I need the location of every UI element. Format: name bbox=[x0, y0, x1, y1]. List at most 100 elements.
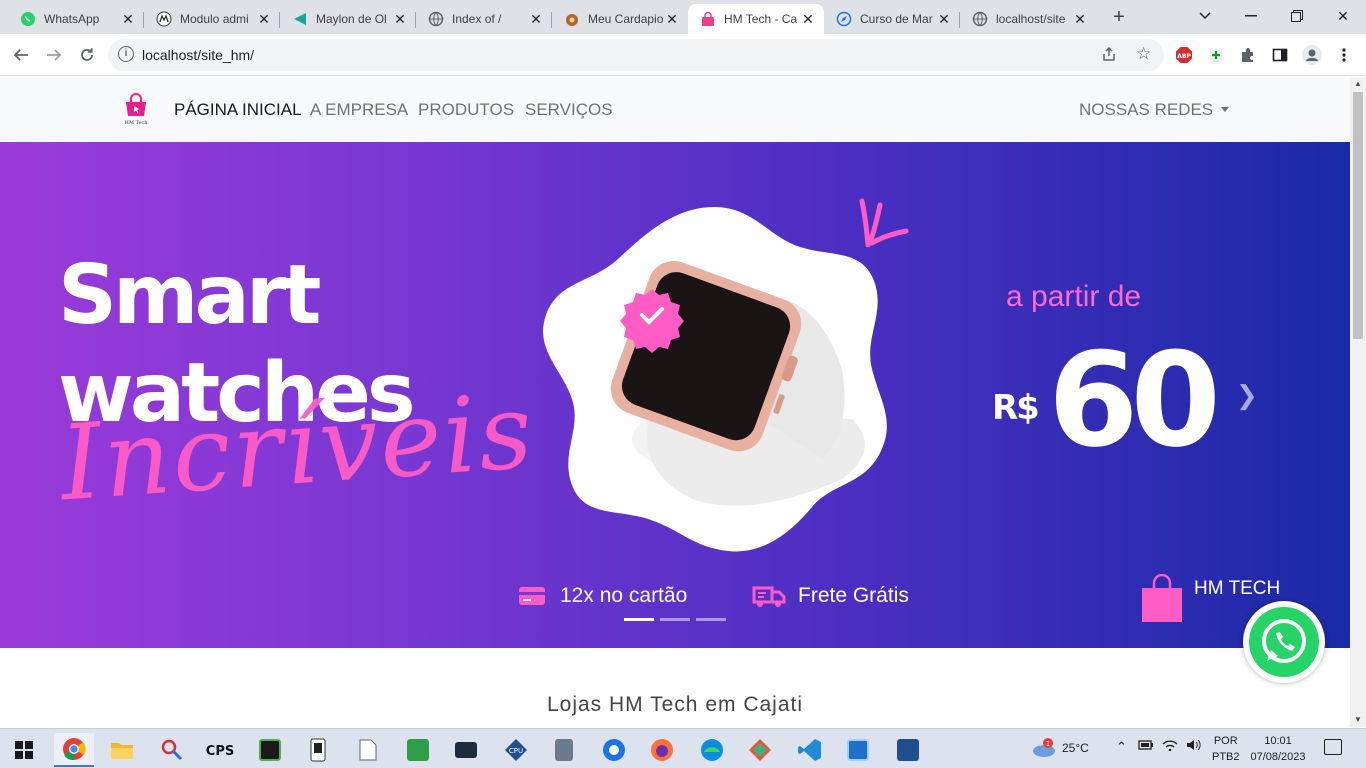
share-icon[interactable] bbox=[1101, 46, 1117, 66]
tab-whatsapp[interactable]: WhatsApp ✕ bbox=[8, 4, 144, 34]
chrome-alt-taskbar-icon[interactable] bbox=[594, 733, 634, 767]
document-icon[interactable] bbox=[348, 733, 388, 767]
extension-plus-icon[interactable] bbox=[1204, 43, 1228, 67]
tab-curso[interactable]: Curso de Mar ✕ bbox=[824, 4, 960, 34]
weather-cloud-icon[interactable]: 1 bbox=[1030, 738, 1056, 763]
tab-meu-cardapio[interactable]: Meu Cardapio ✕ bbox=[552, 4, 688, 34]
firefox-icon[interactable] bbox=[642, 733, 682, 767]
xampp-icon[interactable] bbox=[888, 733, 928, 767]
network-app-icon[interactable] bbox=[838, 733, 878, 767]
binary-app-icon[interactable] bbox=[250, 733, 290, 767]
address-bar[interactable]: i localhost/site_hm/ ☆ bbox=[108, 39, 1164, 71]
volume-icon[interactable] bbox=[1186, 739, 1202, 754]
close-tab-icon[interactable]: ✕ bbox=[936, 11, 952, 27]
truck-icon bbox=[752, 586, 786, 607]
close-tab-icon[interactable]: ✕ bbox=[528, 11, 544, 27]
tab-index-of[interactable]: Index of / ✕ bbox=[416, 4, 552, 34]
minimize-button[interactable] bbox=[1240, 6, 1262, 26]
tab-title: Meu Cardapio bbox=[588, 12, 664, 26]
currency-symbol: R$ bbox=[992, 388, 1040, 428]
svg-text:ABP: ABP bbox=[1177, 53, 1191, 60]
nav-pagina-inicial[interactable]: PÁGINA INICIAL bbox=[174, 100, 302, 120]
notification-center-icon[interactable] bbox=[1324, 739, 1342, 755]
nossas-redes-dropdown[interactable]: NOSSAS REDES bbox=[1079, 100, 1230, 120]
tab-hm-tech[interactable]: HM Tech - Ca ✕ bbox=[688, 4, 824, 34]
close-tab-icon[interactable]: ✕ bbox=[392, 11, 408, 27]
carousel-indicator-3[interactable] bbox=[696, 618, 726, 621]
svg-text:1: 1 bbox=[1046, 740, 1050, 748]
url-text: localhost/site_hm/ bbox=[142, 47, 255, 63]
close-tab-icon[interactable]: ✕ bbox=[800, 11, 816, 27]
carousel-next-icon[interactable]: ❯ bbox=[1236, 380, 1258, 411]
brand-label: HM TECH bbox=[1194, 578, 1281, 599]
close-tab-icon[interactable]: ✕ bbox=[1072, 11, 1088, 27]
tab-title: WhatsApp bbox=[44, 12, 100, 26]
wifi-icon[interactable] bbox=[1162, 739, 1178, 754]
nav-servicos[interactable]: SERVIÇOS bbox=[525, 100, 613, 120]
close-tab-icon[interactable]: ✕ bbox=[256, 11, 272, 27]
tools-app-icon[interactable] bbox=[152, 733, 192, 767]
forward-arrow-icon[interactable] bbox=[42, 43, 66, 67]
bookmark-star-icon[interactable]: ☆ bbox=[1136, 44, 1151, 64]
battery-icon[interactable] bbox=[1138, 739, 1154, 754]
carousel-indicator-2[interactable] bbox=[660, 618, 690, 621]
hero-title-line1: Smart bbox=[58, 248, 321, 343]
nav-a-empresa[interactable]: A EMPRESA bbox=[310, 100, 408, 120]
reload-icon[interactable] bbox=[75, 43, 99, 67]
browser-toolbar: i localhost/site_hm/ ☆ ABP bbox=[0, 34, 1366, 76]
restore-button[interactable] bbox=[1286, 6, 1308, 26]
system-clock[interactable]: 10:01 07/08/2023 bbox=[1248, 733, 1308, 765]
clock-time: 10:01 bbox=[1264, 735, 1292, 747]
keyboard-app-icon[interactable] bbox=[446, 733, 486, 767]
cps-app-icon[interactable]: CPS bbox=[200, 733, 240, 767]
back-arrow-icon[interactable] bbox=[9, 43, 33, 67]
carousel-indicator-1[interactable] bbox=[624, 618, 654, 621]
new-tab-button[interactable]: + bbox=[1108, 6, 1130, 28]
section-title: Lojas HM Tech em Cajati bbox=[546, 693, 804, 716]
device-app-icon[interactable] bbox=[298, 733, 338, 767]
chrome-taskbar-icon[interactable] bbox=[54, 733, 94, 767]
windows-start-icon[interactable] bbox=[4, 733, 44, 767]
hm-tech-logo[interactable]: HM Tech bbox=[122, 92, 150, 126]
git-kraken-icon[interactable] bbox=[740, 733, 780, 767]
whatsapp-float-button[interactable] bbox=[1243, 601, 1325, 683]
site-info-icon[interactable]: i bbox=[118, 46, 134, 62]
spreadsheet-grid-icon[interactable] bbox=[398, 733, 438, 767]
calculator-icon[interactable] bbox=[544, 733, 584, 767]
site-navbar: HM Tech PÁGINA INICIAL A EMPRESA PRODUTO… bbox=[0, 77, 1350, 142]
close-window-button[interactable]: ✕ bbox=[1332, 6, 1354, 26]
globe-icon bbox=[972, 11, 988, 27]
tab-maylon[interactable]: Maylon de Ol ✕ bbox=[280, 4, 416, 34]
cpu-z-icon[interactable]: CPU bbox=[496, 733, 536, 767]
language-code: POR bbox=[1213, 735, 1238, 747]
menu-kebab-icon[interactable] bbox=[1332, 43, 1356, 67]
close-tab-icon[interactable]: ✕ bbox=[120, 11, 136, 27]
tab-modulo-admin[interactable]: Modulo admi ✕ bbox=[144, 4, 280, 34]
vscode-icon[interactable] bbox=[790, 733, 830, 767]
keyboard-layout: PTB2 bbox=[1212, 751, 1240, 763]
dropdown-label: NOSSAS REDES bbox=[1079, 100, 1214, 119]
input-language[interactable]: POR PTB2 bbox=[1212, 733, 1240, 765]
page-scrollbar[interactable]: ▲ ▼ bbox=[1350, 77, 1366, 727]
extensions-puzzle-icon[interactable] bbox=[1236, 43, 1260, 67]
scroll-thumb[interactable] bbox=[1353, 92, 1363, 339]
adblock-plus-icon[interactable]: ABP bbox=[1172, 43, 1196, 67]
svg-text:HM Tech: HM Tech bbox=[125, 120, 149, 126]
scroll-up-icon[interactable]: ▲ bbox=[1354, 79, 1362, 88]
file-explorer-icon[interactable] bbox=[102, 733, 142, 767]
sparkle-decoration-icon bbox=[859, 198, 909, 247]
web-page: HM Tech PÁGINA INICIAL A EMPRESA PRODUTO… bbox=[0, 77, 1350, 727]
weather-temperature[interactable]: 25°C bbox=[1062, 741, 1089, 755]
side-panel-icon[interactable] bbox=[1268, 43, 1292, 67]
credit-card-icon bbox=[519, 587, 545, 605]
close-tab-icon[interactable]: ✕ bbox=[664, 11, 680, 27]
scroll-down-icon[interactable]: ▼ bbox=[1354, 715, 1362, 724]
tab-localhost[interactable]: localhost/site ✕ bbox=[960, 4, 1096, 34]
show-hidden-icons-chevron-icon[interactable]: ⌃ bbox=[1116, 739, 1127, 755]
nav-produtos[interactable]: PRODUTOS bbox=[418, 100, 514, 120]
tab-search-icon[interactable] bbox=[1194, 6, 1216, 26]
profile-avatar-icon[interactable] bbox=[1300, 43, 1324, 67]
feature-text: 12x no cartão bbox=[560, 584, 688, 607]
hero-carousel: Smart watches Incríveis a partir de R$ 6… bbox=[0, 142, 1350, 648]
edge-icon[interactable] bbox=[692, 733, 732, 767]
